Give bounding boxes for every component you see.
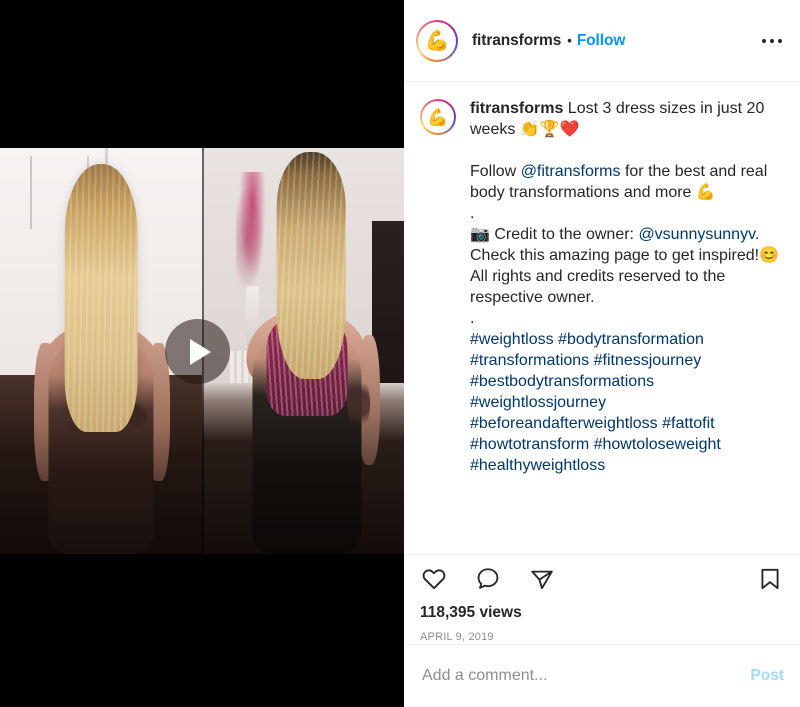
caption-paragraph-follow: Follow @fitransforms for the best and re… (470, 163, 768, 201)
post-header: 💪 fitransforms • Follow (404, 0, 800, 82)
after-photo (202, 148, 404, 554)
bookmark-icon[interactable] (756, 565, 784, 593)
avatar-image: 💪 (418, 21, 456, 60)
caption-first-line: fitransforms Lost 3 dress sizes in just … (470, 98, 784, 140)
comment-bubble-icon[interactable] (474, 565, 502, 593)
caption-hashtags: #weightloss #bodytransformation #transfo… (470, 329, 784, 476)
more-dot-2 (770, 38, 774, 43)
comment-form: Post (404, 644, 800, 707)
more-dot-3 (778, 38, 782, 43)
caption-area[interactable]: 💪 fitransforms Lost 3 dress sizes in jus… (404, 82, 800, 555)
post-sidebar: 💪 fitransforms • Follow 💪 fitransforms L… (404, 0, 800, 707)
after-tattoo (347, 375, 370, 433)
after-plant (236, 172, 269, 295)
caption-avatar[interactable]: 💪 (420, 99, 456, 135)
avatar[interactable]: 💪 (416, 19, 458, 62)
post-stats: 118,395 views APRIL 9, 2019 (404, 603, 800, 644)
caption-paragraph-dot-2: . (470, 310, 475, 327)
heart-icon[interactable] (420, 565, 448, 593)
caption-spacer-1 (470, 140, 784, 161)
mention-fitransforms[interactable]: @fitransforms (521, 163, 621, 180)
before-hanger-1 (30, 156, 33, 230)
header-separator: • (567, 33, 572, 48)
more-dot-1 (762, 38, 766, 43)
after-hair (276, 152, 346, 380)
caption-paragraph-dot-1: . (470, 205, 475, 222)
header-names: fitransforms • Follow (472, 32, 625, 50)
more-options-icon[interactable] (758, 33, 786, 49)
caption-avatar-image: 💪 (422, 101, 454, 133)
follow-button[interactable]: Follow (577, 32, 626, 50)
play-triangle-glyph (190, 338, 211, 365)
views-count: 118,395 views (420, 604, 522, 621)
action-icons-group (420, 565, 556, 593)
header-username[interactable]: fitransforms (472, 32, 561, 50)
post-date: APRIL 9, 2019 (420, 631, 494, 643)
post-comment-button[interactable]: Post (740, 667, 784, 685)
caption-paragraph-credit: 📷 Credit to the owner: @vsunnysunnyv. Ch… (470, 226, 779, 306)
play-icon[interactable] (165, 319, 230, 384)
caption-body: Follow @fitransforms for the best and re… (470, 140, 784, 476)
mention-vsunnysunnyv[interactable]: @vsunnysunnyv (638, 226, 754, 243)
action-save-group (756, 565, 784, 593)
instagram-post: 💪 fitransforms • Follow 💪 fitransforms L… (0, 0, 800, 707)
share-paper-plane-icon[interactable] (528, 565, 556, 593)
post-media-panel[interactable] (0, 0, 404, 707)
caption-row: 💪 fitransforms Lost 3 dress sizes in jus… (420, 98, 784, 140)
comment-input[interactable] (420, 666, 741, 686)
before-hair (64, 164, 138, 433)
caption-username[interactable]: fitransforms (470, 100, 563, 117)
hashtag-list[interactable]: #weightloss #bodytransformation #transfo… (470, 331, 721, 474)
action-bar (404, 555, 800, 603)
